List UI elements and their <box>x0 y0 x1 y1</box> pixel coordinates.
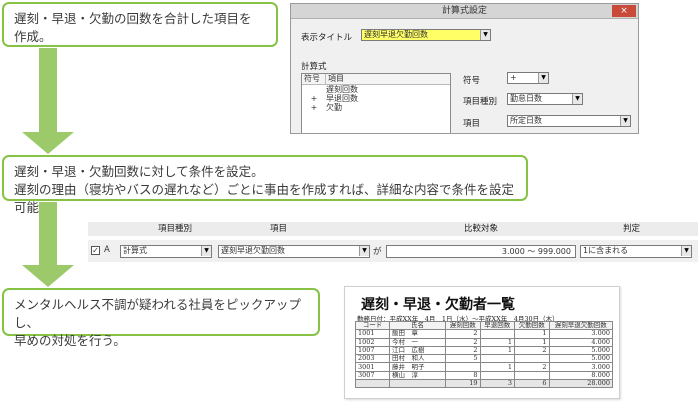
condition-judge-select[interactable]: 1に含まれる ▼ <box>580 245 692 258</box>
cell-absent <box>514 354 550 364</box>
cell-code: 1001 <box>355 329 390 339</box>
callout-text: 遅刻・早退・欠勤の回数を合計した項目を <box>14 11 252 26</box>
cell-early <box>479 329 515 339</box>
report-table: コード 氏名 遅刻回数 早退回数 欠勤回数 遅刻早退欠勤回数 1001 飯田 章… <box>355 320 613 389</box>
chevron-down-icon[interactable]: ▼ <box>681 246 691 256</box>
formula-settings-dialog: 計算式設定 × 表示タイトル 遅刻早退欠勤回数 ▼ 計算式 符号 項目 遅刻回数… <box>290 3 639 134</box>
condition-header: 項目種別 項目 比較対象 判定 <box>88 222 698 236</box>
cell-name: 田村 和人 <box>389 354 446 364</box>
cell-early: 3 <box>479 379 515 389</box>
cell-name: 横山 淳 <box>389 370 446 381</box>
cell-total: 5.000 <box>548 354 613 364</box>
list-item-name: 早退回数 <box>326 94 358 103</box>
condition-item-select[interactable]: 遅刻早退欠勤回数 ▼ <box>218 245 370 258</box>
down-arrow-icon <box>22 202 74 287</box>
chevron-down-icon[interactable]: ▼ <box>572 94 582 104</box>
condition-ga: が <box>373 247 382 257</box>
callout-text: 早めの対処を行う。 <box>14 333 126 348</box>
display-title-value: 遅刻早退欠勤回数 <box>364 30 428 39</box>
cell-code: 2003 <box>355 354 390 364</box>
callout-create-item: 遅刻・早退・欠勤の回数を合計した項目を 作成。 <box>2 2 278 47</box>
list-item-name: 遅刻回数 <box>326 85 358 94</box>
cell-early: 1 <box>479 345 515 356</box>
cell-name: 飯田 章 <box>389 329 446 339</box>
chevron-down-icon[interactable]: ▼ <box>359 246 369 256</box>
callout-text: メンタルヘルス不調が疑われる社員をピックアップし、 <box>14 297 301 330</box>
attendance-report: 遅刻・早退・欠勤者一覧 勤務日付：平成XX年 4月 1日（水）～平成XX年 4月… <box>344 286 620 399</box>
cell-name <box>389 379 446 389</box>
condition-type-value: 計算式 <box>123 246 147 255</box>
list-header: 符号 項目 <box>302 74 450 85</box>
close-button[interactable]: × <box>612 5 636 17</box>
cell-late: 19 <box>445 379 481 389</box>
display-title-input[interactable]: 遅刻早退欠勤回数 ▼ <box>361 29 491 41</box>
header-item: 項目 <box>270 224 288 234</box>
callout-text: 遅刻の理由（寝坊やバスの遅れなど）ごとに事由を作成すれば、詳細な内容で条件を設定… <box>14 182 515 215</box>
condition-type-select[interactable]: 計算式 ▼ <box>120 245 212 258</box>
cell-total: 28.000 <box>548 379 613 389</box>
table-row: 2003 田村 和人 5 5.000 <box>355 354 613 364</box>
item-type-value: 勤怠日数 <box>510 94 542 103</box>
callout-text: 作成。 <box>14 29 52 44</box>
condition-checkbox[interactable]: ✓ <box>91 246 100 255</box>
chevron-down-icon[interactable]: ▼ <box>480 30 490 40</box>
item-label: 項目 <box>463 119 481 129</box>
column-header: 早退回数 <box>479 320 515 331</box>
list-item[interactable]: + 早退回数 <box>302 94 450 103</box>
condition-range-input[interactable]: 3.000 ～ 999.000 <box>386 245 576 258</box>
cell-late: 2 <box>445 329 481 339</box>
cell-code <box>355 379 390 389</box>
sign-value: + <box>510 73 517 82</box>
formula-label: 計算式 <box>301 62 327 72</box>
header-judge: 判定 <box>623 224 641 234</box>
list-item[interactable]: 遅刻回数 <box>302 85 450 94</box>
list-item-sign <box>302 85 326 94</box>
list-item[interactable]: + 欠勤 <box>302 103 450 112</box>
cell-early <box>479 354 515 364</box>
item-value: 所定日数 <box>510 116 542 125</box>
item-select[interactable]: 所定日数 ▼ <box>507 115 631 127</box>
sign-label: 符号 <box>463 76 481 86</box>
list-item-sign: + <box>310 94 318 103</box>
chevron-down-icon[interactable]: ▼ <box>538 73 548 83</box>
list-item-name: 欠勤 <box>326 103 342 112</box>
item-type-label: 項目種別 <box>463 97 498 107</box>
callout-set-condition: 遅刻・早退・欠勤回数に対して条件を設定。 遅刻の理由（寝坊やバスの遅れなど）ごと… <box>2 155 528 215</box>
cell-absent: 2 <box>514 362 550 372</box>
item-type-select[interactable]: 勤怠日数 ▼ <box>507 93 583 105</box>
list-header-sign: 符号 <box>302 74 326 84</box>
condition-letter: A <box>104 245 110 255</box>
dialog-title: 計算式設定 <box>441 6 487 16</box>
cell-early: 1 <box>479 362 515 372</box>
cell-absent: 1 <box>514 329 550 339</box>
cell-code: 3007 <box>355 370 390 381</box>
condition-judge-value: 1に含まれる <box>583 246 629 255</box>
cell-late: 5 <box>445 354 481 364</box>
sign-select[interactable]: + ▼ <box>507 72 549 84</box>
chevron-down-icon[interactable]: ▼ <box>620 116 630 126</box>
condition-row: ✓ A 計算式 ▼ 遅刻早退欠勤回数 ▼ が 3.000 ～ 999.000 1… <box>88 240 698 262</box>
table-row: 1001 飯田 章 2 1 3.000 <box>355 329 613 339</box>
cell-total: 3.000 <box>548 329 613 339</box>
cell-absent: 2 <box>514 345 550 356</box>
chevron-down-icon[interactable]: ▼ <box>201 246 211 256</box>
header-compare: 比較対象 <box>464 224 499 234</box>
dialog-titlebar: 計算式設定 × <box>291 4 638 19</box>
header-item-type: 項目種別 <box>158 224 193 234</box>
list-header-item: 項目 <box>328 74 344 83</box>
formula-list[interactable]: 符号 項目 遅刻回数 + 早退回数 + 欠勤 <box>301 73 451 133</box>
display-title-label: 表示タイトル <box>301 33 353 43</box>
table-row: 3007 横山 淳 8 8.000 <box>355 370 613 381</box>
down-arrow-icon <box>22 48 74 154</box>
total-row: 19 3 6 28.000 <box>355 379 613 389</box>
callout-pick-up: メンタルヘルス不調が疑われる社員をピックアップし、 早めの対処を行う。 <box>2 288 320 348</box>
list-item-sign: + <box>310 103 318 112</box>
cell-absent: 6 <box>514 379 550 389</box>
callout-text: 遅刻・早退・欠勤回数に対して条件を設定。 <box>14 164 264 179</box>
report-title: 遅刻・早退・欠勤者一覧 <box>361 297 515 313</box>
condition-item-value: 遅刻早退欠勤回数 <box>221 246 285 255</box>
